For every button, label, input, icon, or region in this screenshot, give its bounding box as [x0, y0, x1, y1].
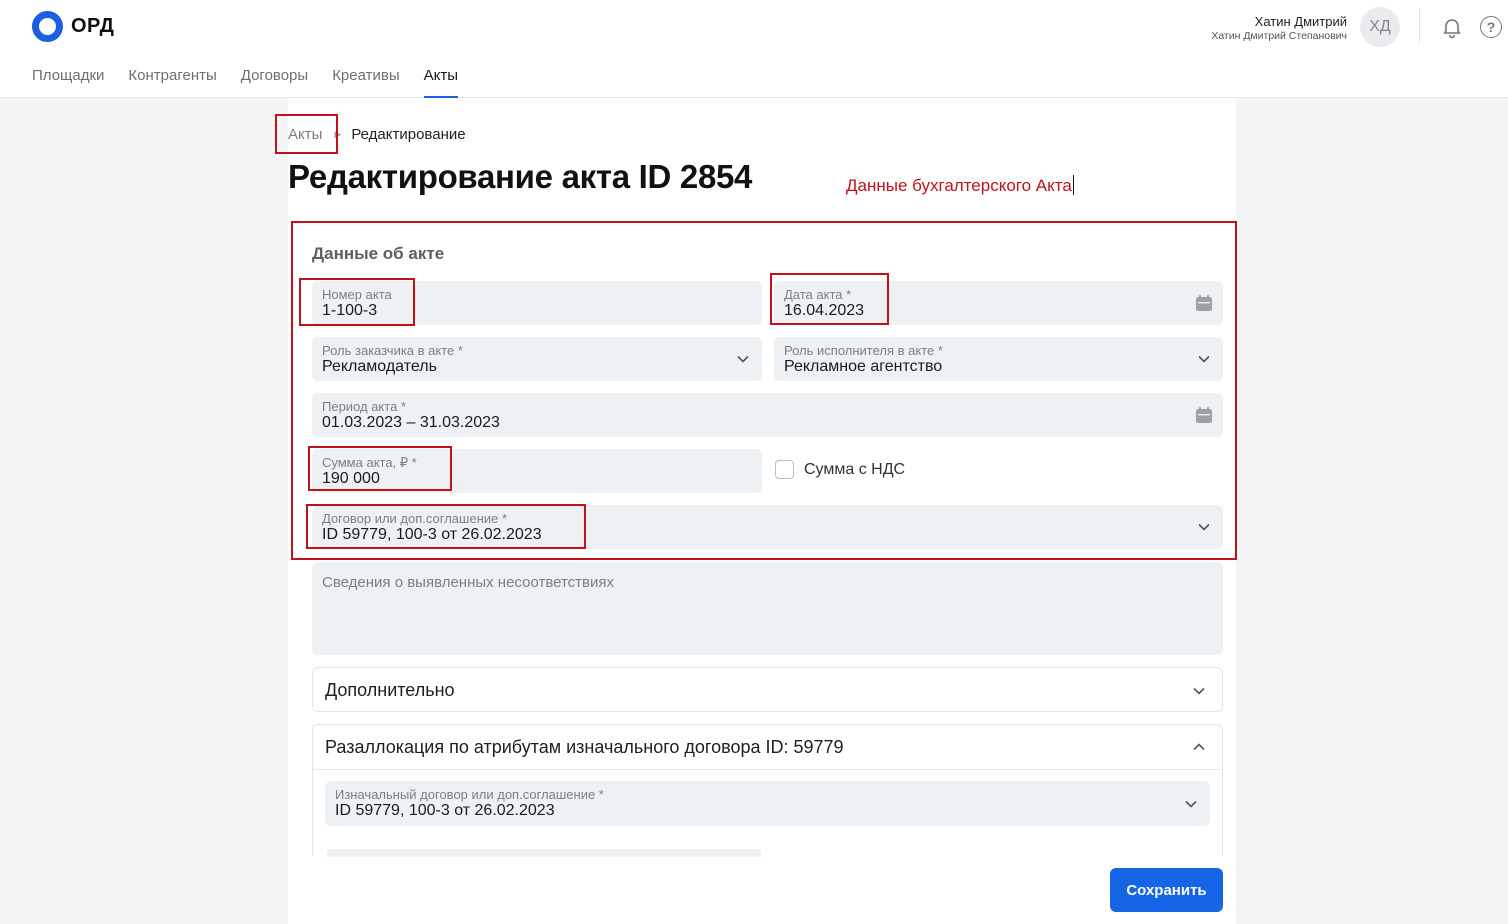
additional-panel-title: Дополнительно [325, 680, 455, 700]
panel-divider [313, 769, 1222, 770]
annotation-text: Данные бухгалтерского Акта [846, 175, 1074, 196]
user-full-name: Хатин Дмитрий Степанович [1211, 30, 1347, 42]
original-contract-label: Изначальный договор или доп.соглашение * [335, 787, 604, 802]
act-period-value: 01.03.2023 – 31.03.2023 [322, 414, 500, 431]
annotation-label: Данные бухгалтерского Акта [846, 176, 1072, 195]
act-number-value: 1-100-3 [322, 302, 378, 319]
additional-panel[interactable]: Дополнительно [312, 667, 1223, 712]
discrepancies-placeholder: Сведения о выявленных несоответствиях [322, 574, 615, 591]
executor-role-label: Роль исполнителя в акте * [784, 343, 943, 358]
chevron-down-icon [1185, 800, 1197, 808]
bell-icon[interactable] [1440, 15, 1464, 39]
act-number-label: Номер акта [322, 287, 392, 302]
top-header: ОРД Площадки Контрагенты Договоры Креати… [0, 0, 1508, 98]
act-period-label: Период акта * [322, 399, 406, 414]
nav-item-creatives[interactable]: Креативы [332, 66, 399, 98]
customer-role-label: Роль заказчика в акте * [322, 343, 463, 358]
contract-select[interactable]: Договор или доп.соглашение * ID 59779, 1… [312, 505, 1223, 549]
chevron-down-icon [737, 355, 749, 363]
executor-role-value: Рекламное агентство [784, 358, 943, 375]
nav-item-counterparties[interactable]: Контрагенты [128, 66, 216, 98]
nav-item-acts[interactable]: Акты [423, 66, 459, 98]
contract-value: ID 59779, 100-3 от 26.02.2023 [322, 526, 542, 543]
section-title: Данные об акте [312, 244, 445, 263]
logo-ring-icon [32, 11, 63, 42]
act-amount-label: Сумма акта, ₽ * [322, 455, 417, 470]
main-nav: Площадки Контрагенты Договоры Креативы А… [32, 66, 482, 98]
calendar-icon[interactable] [1195, 294, 1213, 312]
breadcrumb: Акты ▶ Редактирование [288, 126, 466, 143]
act-amount-field[interactable]: Сумма акта, ₽ * 190 000 [312, 449, 762, 493]
act-date-value: 16.04.2023 [784, 302, 865, 319]
app-logo[interactable]: ОРД [32, 11, 114, 42]
breadcrumb-separator-icon: ▶ [334, 129, 342, 139]
original-contract-value: ID 59779, 100-3 от 26.02.2023 [335, 802, 555, 819]
user-info[interactable]: Хатин Дмитрий Хатин Дмитрий Степанович [1211, 14, 1347, 42]
chevron-up-icon[interactable] [1192, 740, 1206, 754]
customer-role-value: Рекламодатель [322, 358, 437, 375]
chevron-down-icon [1198, 523, 1210, 531]
act-date-label: Дата акта * [784, 287, 852, 302]
reallocation-panel: Разаллокация по атрибутам изначального д… [312, 724, 1223, 857]
vat-checkbox-row[interactable]: Сумма с НДС [775, 460, 905, 479]
header-divider [1419, 8, 1420, 44]
calendar-icon[interactable] [1195, 406, 1213, 424]
breadcrumb-current: Редактирование [351, 126, 466, 143]
save-button[interactable]: Сохранить [1110, 868, 1223, 912]
customer-role-select[interactable]: Роль заказчика в акте * Рекламодатель [312, 337, 762, 381]
user-short-name: Хатин Дмитрий [1254, 14, 1347, 29]
executor-role-select[interactable]: Роль исполнителя в акте * Рекламное аген… [774, 337, 1223, 381]
avatar[interactable]: ХД [1360, 7, 1400, 47]
act-amount-value: 190 000 [322, 470, 380, 487]
reallocation-panel-title[interactable]: Разаллокация по атрибутам изначального д… [325, 737, 844, 758]
nav-item-contracts[interactable]: Договоры [241, 66, 308, 98]
vat-checkbox-label: Сумма с НДС [804, 460, 906, 478]
original-contract-select[interactable]: Изначальный договор или доп.соглашение *… [325, 781, 1210, 826]
page-title: Редактирование акта ID 2854 [288, 158, 753, 195]
vat-checkbox[interactable] [775, 460, 794, 479]
breadcrumb-parent-link[interactable]: Акты [288, 126, 322, 143]
chevron-down-icon [1193, 687, 1205, 695]
app-name: ОРД [71, 15, 115, 37]
contract-label: Договор или доп.соглашение * [322, 511, 508, 526]
discrepancies-textarea[interactable]: Сведения о выявленных несоответствиях [312, 562, 1223, 655]
text-caret [1072, 175, 1074, 195]
help-icon[interactable]: ? [1480, 16, 1502, 38]
act-date-field[interactable]: Дата акта * 16.04.2023 [774, 281, 1223, 325]
chevron-down-icon [1198, 355, 1210, 363]
next-field-partial [327, 849, 761, 857]
nav-item-platforms[interactable]: Площадки [32, 66, 104, 98]
act-period-field[interactable]: Период акта * 01.03.2023 – 31.03.2023 [312, 393, 1223, 437]
act-number-field[interactable]: Номер акта 1-100-3 [312, 281, 762, 325]
